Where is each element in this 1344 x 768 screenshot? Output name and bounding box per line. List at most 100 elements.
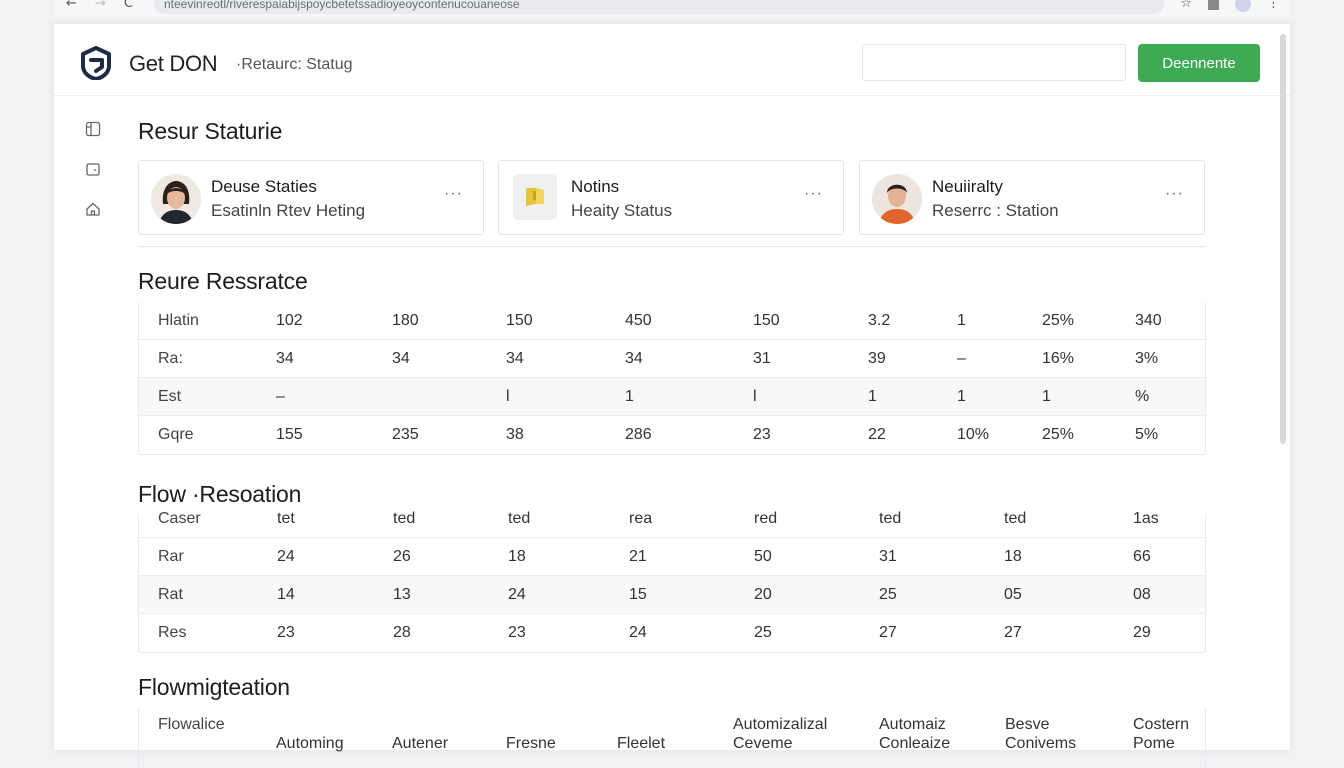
table-cell: – xyxy=(276,388,285,405)
table-cell: 34 xyxy=(625,350,643,367)
status-card[interactable]: Notins Heaity Status ··· xyxy=(498,160,844,235)
table-cell: 18 xyxy=(508,548,526,565)
table-cell: 66 xyxy=(1133,548,1151,565)
more-options-icon[interactable]: ··· xyxy=(444,185,463,203)
bookmark-star-icon[interactable]: ☆ xyxy=(1180,0,1192,12)
table-cell: 1 xyxy=(1042,388,1051,405)
extension-icon[interactable] xyxy=(1208,0,1219,10)
table-cell: 31 xyxy=(879,548,897,565)
table-cell: 50 xyxy=(754,548,772,565)
row-label: Gqre xyxy=(158,426,194,443)
table-cell: 25 xyxy=(754,624,772,641)
man-avatar xyxy=(872,174,922,224)
column-header-bottom: Ceveme xyxy=(733,735,793,752)
browser-toolbar: ←→C nteevinreotl/riverespaiabijspoycbete… xyxy=(54,0,1290,16)
table-cell: 25% xyxy=(1042,426,1075,443)
section-title-reure-ressratce: Reure Ressratce xyxy=(138,268,308,294)
flow-table: Caser tet ted ted rea red ted ted 1as Rar 24 26 18 21… xyxy=(138,510,1206,653)
column-header-bottom: Conivems xyxy=(1005,735,1077,752)
table-cell: 14 xyxy=(277,586,295,603)
forward-icon[interactable]: → xyxy=(95,0,124,11)
table-cell: 150 xyxy=(753,312,780,329)
table-cell: 13 xyxy=(393,586,411,603)
row-label: Rat xyxy=(158,586,183,603)
table-cell: 3.2 xyxy=(868,312,891,329)
status-card[interactable]: Neuiiralty Reserrc : Station ··· xyxy=(859,160,1205,235)
table-row[interactable]: Rar 24 26 18 21 50 31 18 66 xyxy=(139,538,1205,576)
table-row[interactable]: Rat 14 13 24 15 20 25 05 08 xyxy=(139,576,1205,614)
table-cell: ted xyxy=(879,510,902,527)
table-cell: 286 xyxy=(625,426,652,443)
table-cell: 25% xyxy=(1042,312,1075,329)
primary-action-button[interactable]: Deennente xyxy=(1138,44,1260,82)
table-cell: rea xyxy=(629,510,653,527)
table-cell: l xyxy=(506,388,510,405)
section-title-flowmigteation: Flowmigteation xyxy=(138,674,290,700)
column-header-top: Automizalizal xyxy=(733,716,828,733)
browser-nav: ←→C xyxy=(66,0,151,11)
column-header-bottom: Automing xyxy=(276,735,344,752)
folder-icon xyxy=(513,174,557,220)
address-bar[interactable]: nteevinreotl/riverespaiabijspoycbetetssa… xyxy=(154,0,1164,14)
table-row[interactable]: Est – l 1 l 1 1 1% xyxy=(139,378,1205,416)
row-label: Flowalice xyxy=(158,716,225,733)
row-label: Hlatin xyxy=(158,312,199,329)
status-card[interactable]: Deuse Staties Esatinln Rtev Heting ··· xyxy=(138,160,484,235)
search-input[interactable] xyxy=(862,44,1126,81)
table-row[interactable]: Hlatin 102 180 150 450 150 3.2 1 25% 340 xyxy=(139,302,1205,340)
more-options-icon[interactable]: ··· xyxy=(804,185,823,203)
table-cell: 23 xyxy=(753,426,771,443)
table-cell: 150 xyxy=(506,312,533,329)
table-row[interactable]: Caser tet ted ted rea red ted ted 1as xyxy=(139,510,1205,538)
table-cell: 27 xyxy=(879,624,897,641)
table-cell: 26 xyxy=(393,548,411,565)
panel-icon[interactable] xyxy=(84,121,102,139)
table-cell: ted xyxy=(1004,510,1027,527)
table-cell: 180 xyxy=(392,312,419,329)
table-cell: 155 xyxy=(276,426,303,443)
table-row[interactable]: Res 23 28 23 24 25 27 27 29 xyxy=(139,614,1205,652)
table-row[interactable]: Gqre 155 235 38 286 23 22 10% 25% 5% xyxy=(139,416,1205,454)
table-cell: 1as xyxy=(1133,510,1159,527)
table-cell: – xyxy=(957,350,966,367)
home-icon[interactable] xyxy=(84,201,102,219)
table-cell: 24 xyxy=(277,548,295,565)
row-label: Caser xyxy=(158,510,201,527)
table-cell: 340 xyxy=(1135,312,1162,329)
table-cell: 05 xyxy=(1004,586,1022,603)
table-cell: 39 xyxy=(868,350,886,367)
url-text[interactable]: nteevinreotl/riverespaiabijspoycbetetssa… xyxy=(164,0,520,11)
table-cell: 18 xyxy=(1004,548,1022,565)
table-cell: ted xyxy=(508,510,531,527)
row-label: Ra: xyxy=(158,350,183,367)
card-subtitle: Heaity Status xyxy=(571,201,673,220)
app-header: Get DON ·Retaurc: Statug Deennente xyxy=(54,24,1290,96)
card-title: Notins xyxy=(571,177,620,196)
profile-avatar-icon[interactable] xyxy=(1235,0,1251,12)
table-cell: 10% xyxy=(957,426,990,443)
table-cell: 20 xyxy=(754,586,772,603)
table-cell: tet xyxy=(277,510,295,527)
table-cell: 24 xyxy=(508,586,526,603)
table-cell: 23 xyxy=(277,624,295,641)
table-cell: ted xyxy=(393,510,416,527)
table-cell: 235 xyxy=(392,426,419,443)
vertical-scrollbar[interactable] xyxy=(1280,34,1286,444)
more-options-icon[interactable]: ··· xyxy=(1165,185,1184,203)
table-cell: 34 xyxy=(392,350,410,367)
table-cell: 31 xyxy=(753,350,771,367)
column-header-top: Automaiz xyxy=(879,716,946,733)
back-icon[interactable]: ← xyxy=(66,0,95,11)
table-row[interactable]: Ra: 34 34 34 34 31 39 – 16% 3% xyxy=(139,340,1205,378)
table-cell: 21 xyxy=(629,548,647,565)
table-cell: 34 xyxy=(506,350,524,367)
reload-icon[interactable]: C xyxy=(124,0,151,11)
resource-table: Hlatin 102 180 150 450 150 3.2 1 25% 340 Ra: 34 34 34… xyxy=(138,302,1206,455)
browser-menu-icon[interactable]: ⋮ xyxy=(1267,0,1280,12)
table-cell: 24 xyxy=(629,624,647,641)
table-cell: 102 xyxy=(276,312,303,329)
app-window: Get DON ·Retaurc: Statug Deennente Resur… xyxy=(54,24,1290,768)
table-cell: 1 xyxy=(957,388,966,405)
table-cell: l xyxy=(753,388,757,405)
calendar-icon[interactable] xyxy=(84,161,102,179)
